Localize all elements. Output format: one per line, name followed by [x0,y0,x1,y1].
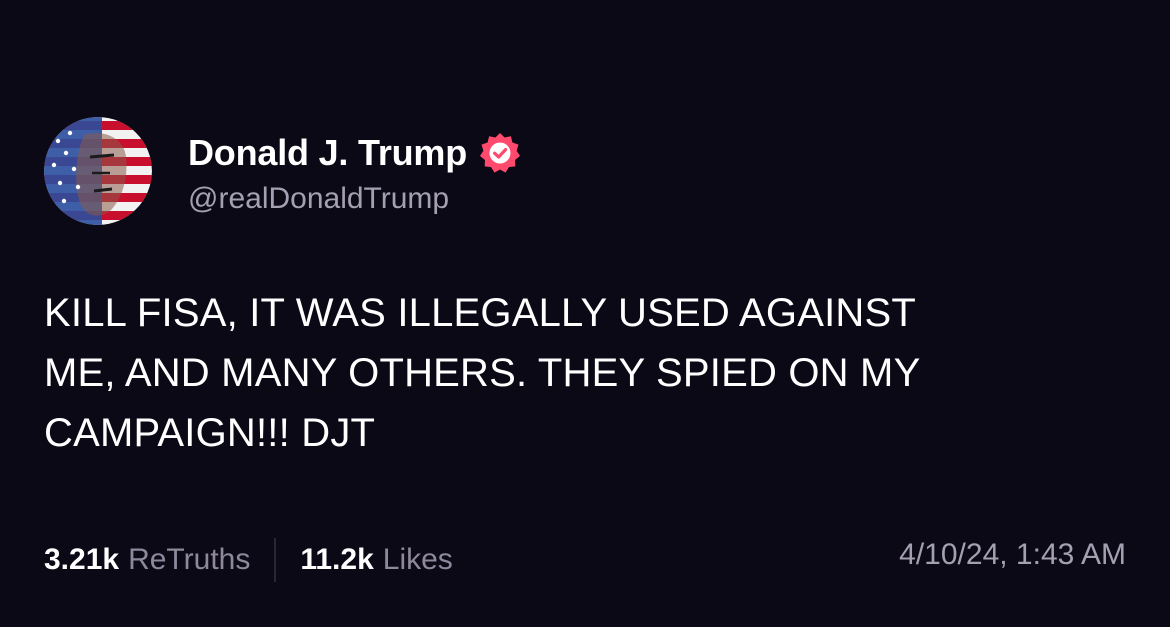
avatar-flag-portrait-image [44,117,152,225]
post-timestamp[interactable]: 4/10/24, 1:43 AM [899,538,1126,572]
post-text-line: CAMPAIGN!!! DJT [44,411,376,455]
author-handle[interactable]: @realDonaldTrump [188,182,521,216]
author-name-row: Donald J. Trump [188,130,521,176]
post-card: Donald J. Trump @realDonaldTrump KILL FI… [0,0,1170,627]
author-avatar[interactable] [44,117,152,225]
post-text-line: KILL FISA, IT WAS ILLEGALLY USED AGAINST [44,291,917,335]
likes-count: 11.2k [300,543,374,576]
post-stats: 3.21k ReTruths 11.2k Likes [44,538,453,582]
verified-badge-icon [480,133,521,173]
likes-stat[interactable]: 11.2k Likes [300,543,452,577]
retruths-stat[interactable]: 3.21k ReTruths [44,543,250,577]
post-text: KILL FISA, IT WAS ILLEGALLY USED AGAINST… [44,283,1104,463]
retruths-label: ReTruths [128,543,251,576]
author-display-name[interactable]: Donald J. Trump [188,132,467,174]
retruths-count: 3.21k [44,543,120,576]
stats-divider [274,538,277,582]
likes-label: Likes [382,543,453,576]
post-text-line: ME, AND MANY OTHERS. THEY SPIED ON MY [44,351,921,395]
author-info: Donald J. Trump @realDonaldTrump [188,130,521,216]
